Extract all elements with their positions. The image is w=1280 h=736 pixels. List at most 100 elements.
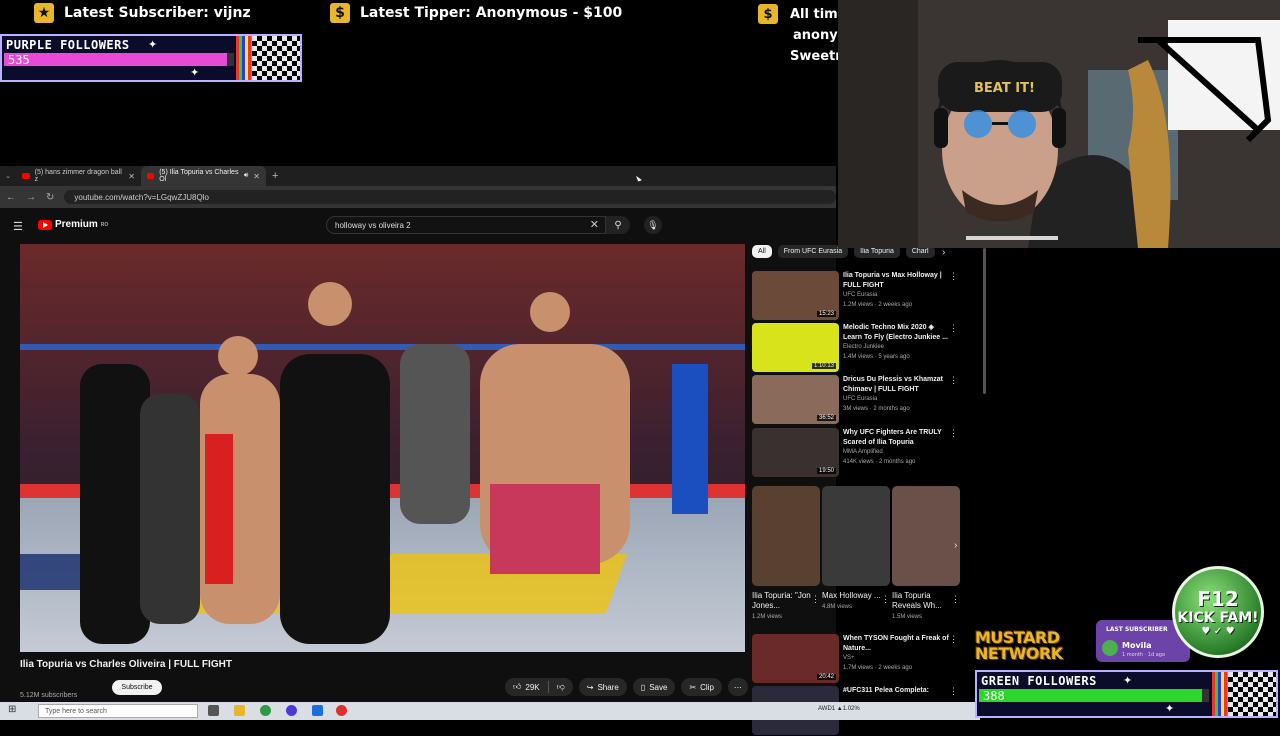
close-tab-icon[interactable]: ✕ <box>253 172 260 181</box>
more-icon[interactable]: ⋮ <box>949 323 958 334</box>
more-icon[interactable]: ⋮ <box>951 594 960 605</box>
more-icon[interactable]: ⋮ <box>949 686 958 697</box>
taskbar-search-input[interactable]: Type here to search <box>38 704 198 718</box>
back-icon[interactable]: ← <box>6 192 16 203</box>
purple-followers-goal: PURPLE FOLLOWERS 535 550 ✦ ✦ <box>0 34 302 82</box>
chrome-icon[interactable] <box>260 705 271 716</box>
channel-name: UFC Eurasia <box>843 396 878 402</box>
voice-search-button[interactable]: 🎙︎ <box>644 216 662 234</box>
last-subscriber-name: Movila <box>1122 641 1152 650</box>
search-button[interactable]: ⚲ <box>606 216 630 234</box>
speaker-icon[interactable]: 🔊︎ <box>244 172 248 180</box>
channel-name: MMA Amplified <box>843 449 883 455</box>
new-tab-button[interactable]: + <box>272 170 278 182</box>
kick-fam-line2: KICK FAM! <box>1177 609 1259 626</box>
hearts-icon: ♥ ✓ ♥ <box>1201 625 1235 637</box>
share-label: Share <box>597 682 619 692</box>
channel-name: UFC Eurasia <box>843 292 878 298</box>
task-view-icon[interactable] <box>208 705 219 716</box>
channel-name: Electro Junkiee <box>843 344 885 350</box>
short-item[interactable]: Max Holloway ... 4.8M views ⋮ <box>822 486 890 610</box>
kick-fam-badge: F12 KICK FAM! ♥ ✓ ♥ <box>1172 566 1264 658</box>
short-thumbnail <box>822 486 890 586</box>
forward-icon[interactable]: → <box>26 192 36 203</box>
shorts-shelf: Ilia Topuria: "Jon Jones... 1.2M views ⋮… <box>752 486 962 626</box>
goal-title: PURPLE FOLLOWERS <box>6 38 130 52</box>
like-button[interactable]: 👍︎ 29K 👎︎ <box>505 678 573 696</box>
more-icon[interactable]: ⋮ <box>949 428 958 439</box>
goal-title: GREEN FOLLOWERS <box>981 674 1097 688</box>
clip-button[interactable]: ✂ Clip <box>681 678 722 696</box>
search-input[interactable]: holloway vs oliveira 2 ✕ <box>326 216 606 234</box>
menu-icon[interactable]: ☰ <box>13 220 23 233</box>
video-thumbnail: 20:42 <box>752 634 839 683</box>
recommended-video[interactable]: 19:50 Why UFC Fighters Are TRULY Scared o… <box>752 428 962 478</box>
browser-window: ⌄ (5) hans zimmer dragon ball z ✕ (5) Il… <box>0 166 986 735</box>
tab-dragon-ball[interactable]: (5) hans zimmer dragon ball z ✕ <box>16 166 141 186</box>
more-actions-button[interactable]: ⋯ <box>727 678 748 696</box>
latest-tipper-text: Latest Tipper: Anonymous - $100 <box>360 5 623 21</box>
tab-list-icon[interactable]: ⌄ <box>0 172 16 180</box>
video-title: When TYSON Fought a Freak of Nature... <box>843 635 949 652</box>
video-duration: 36:52 <box>816 415 836 421</box>
tab-topuria-oliveira[interactable]: (5) Ilia Topuria vs Charles Ol 🔊︎ ✕ <box>141 166 266 186</box>
microphone-icon: 🎙︎ <box>647 219 659 230</box>
video-duration: 15:23 <box>816 311 836 317</box>
recommended-video[interactable]: 36:52 Dricus Du Plessis vs Khamzat Chimae… <box>752 375 962 425</box>
system-tray[interactable]: AWD1 ▲1.02% <box>818 706 860 712</box>
obs-icon[interactable] <box>286 705 297 716</box>
goal-current: 388 <box>983 689 1005 703</box>
more-icon[interactable]: ⋮ <box>949 375 958 386</box>
short-item[interactable]: Ilia Topuria: "Jon Jones... 1.2M views ⋮ <box>752 486 820 620</box>
windows-start-icon[interactable]: ⊞ <box>8 704 16 715</box>
video-thumbnail: 19:50 <box>752 428 839 477</box>
video-player[interactable] <box>20 244 745 652</box>
short-thumbnail <box>892 486 960 586</box>
webcam-image: BEAT IT! <box>838 0 1280 248</box>
search-query: holloway vs oliveira 2 <box>335 220 411 230</box>
short-thumbnail <box>752 486 820 586</box>
video-duration: 20:42 <box>816 674 836 680</box>
chip-all[interactable]: All <box>752 245 772 258</box>
thumbs-down-icon[interactable]: 👎︎ <box>557 682 565 692</box>
address-bar[interactable]: youtube.com/watch?v=LGqwZJU8Qlo <box>64 190 836 204</box>
more-icon[interactable]: ⋮ <box>949 634 958 645</box>
video-meta: 1.2M views · 2 weeks ago <box>843 302 913 308</box>
subscribe-button[interactable]: Subscribe <box>112 680 162 695</box>
scrollbar[interactable] <box>983 248 986 394</box>
shorts-next-icon[interactable]: › <box>954 540 957 551</box>
scissors-icon: ✂ <box>689 682 697 692</box>
youtube-favicon-icon <box>147 173 155 179</box>
recommended-video[interactable]: 1:10:13 Melodic Techno Mix 2020 ◈ Learn T… <box>752 323 962 373</box>
share-button[interactable]: ↪ Share <box>578 678 627 696</box>
more-icon[interactable]: ⋮ <box>811 594 820 605</box>
app-icon[interactable] <box>336 705 347 716</box>
short-item[interactable]: Ilia Topuria Reveals Wh... 1.5M views ⋮ <box>892 486 960 620</box>
bookmark-icon: ▯ <box>640 682 646 692</box>
youtube-logo[interactable]: Premium RO <box>38 219 108 230</box>
url-text: youtube.com/watch?v=LGqwZJU8Qlo <box>74 192 209 202</box>
recommended-video[interactable]: 20:42 When TYSON Fought a Freak of Nature… <box>752 634 962 684</box>
video-title: Ilia Topuria vs Charles Oliveira | FULL … <box>20 659 232 670</box>
clear-search-icon[interactable]: ✕ <box>590 218 599 231</box>
video-thumbnail: 1:10:13 <box>752 323 839 372</box>
close-tab-icon[interactable]: ✕ <box>128 172 135 181</box>
share-icon: ↪ <box>586 682 594 692</box>
steam-icon[interactable] <box>312 705 323 716</box>
search-placeholder: Type here to search <box>45 707 107 715</box>
address-bar-row: ← → ↻ youtube.com/watch?v=LGqwZJU8Qlo <box>0 186 836 208</box>
more-icon[interactable]: ⋮ <box>881 594 890 605</box>
recommended-video[interactable]: 15:23 Ilia Topuria vs Max Holloway | FULL… <box>752 271 962 321</box>
video-thumbnail: 15:23 <box>752 271 839 320</box>
divider <box>547 681 549 693</box>
green-followers-goal: GREEN FOLLOWERS 388 400 ✦ ✦ <box>975 670 1278 718</box>
short-views: 1.5M views <box>892 614 923 620</box>
chevron-right-icon[interactable]: › <box>942 247 945 258</box>
reload-icon[interactable]: ↻ <box>46 192 54 203</box>
video-meta: 1.7M views · 2 weeks ago <box>843 665 913 671</box>
save-button[interactable]: ▯ Save <box>632 678 676 696</box>
hat-text: BEAT IT! <box>974 81 1035 96</box>
video-title: Dricus Du Plessis vs Khamzat Chimaev | F… <box>843 376 943 393</box>
more-icon[interactable]: ⋮ <box>949 271 958 282</box>
file-explorer-icon[interactable] <box>234 705 245 716</box>
